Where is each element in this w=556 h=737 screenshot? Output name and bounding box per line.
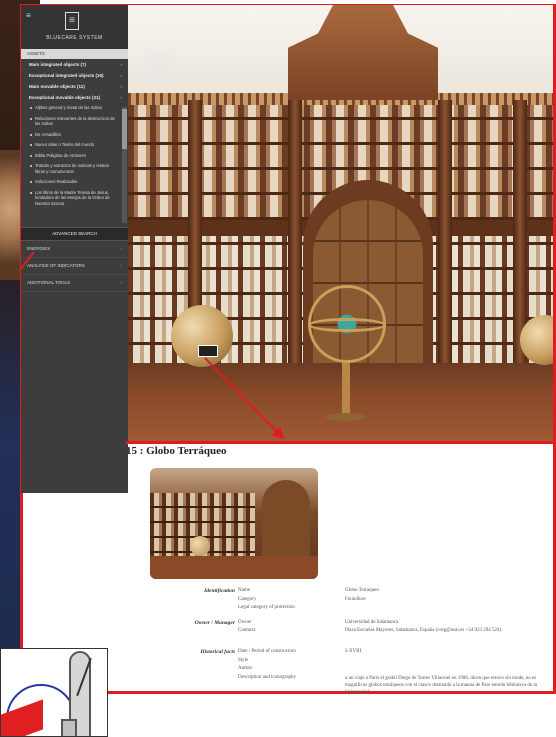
- group-identification: Identification Name Globo Terraqueo Categ…: [150, 588, 555, 614]
- list-item[interactable]: Biblia Poliglota de Amberes: [21, 151, 120, 162]
- hamburger-icon[interactable]: ≡: [26, 11, 31, 20]
- sidebar-item-main-movable[interactable]: Main movable objects (11) ›: [21, 81, 128, 92]
- chevron-right-icon: ›: [120, 62, 123, 67]
- list-item[interactable]: De Armadillos: [21, 130, 120, 141]
- sidebar-scrollbar-thumb[interactable]: [122, 109, 127, 149]
- globe-object[interactable]: [171, 305, 233, 367]
- chevron-right-icon: ›: [120, 73, 123, 78]
- sidebar-section-analysis[interactable]: ANALYSIS OF INDICATORS ›: [21, 258, 128, 275]
- table-row: Category Foundlure: [150, 597, 555, 606]
- field-key: Date / Period of construction: [238, 649, 296, 654]
- pilaster: [288, 100, 302, 365]
- sidebar-item-label: Main movable objects (11): [29, 84, 85, 89]
- photo-door: [262, 480, 310, 560]
- sidebar-section-energies[interactable]: ENERGIES ›: [21, 241, 128, 258]
- photo-globe: [190, 536, 210, 556]
- field-key: Category: [238, 596, 257, 602]
- list-item[interactable]: Tratado y extractos de noticias y relato…: [21, 161, 120, 177]
- sidebar-section-tools[interactable]: ADDITIONAL TOOLS ›: [21, 275, 128, 292]
- chevron-right-icon: ›: [120, 246, 123, 251]
- field-key: Contacts: [238, 628, 256, 633]
- field-value: Plaza Escuelas Mayores, Salamanca, Españ…: [345, 628, 502, 633]
- sidebar-item-exceptional-movable[interactable]: Exceptional movable objects (31) ›: [21, 92, 128, 103]
- table-row: Owner Universidad de Salamanca: [150, 620, 555, 629]
- sidebar-item-label: Main integrated objects (7): [29, 62, 87, 67]
- group-owner: Owner / Manager Owner Universidad de Sala…: [150, 620, 555, 644]
- photo-floor: [150, 556, 318, 579]
- chevron-right-icon: ›: [120, 95, 123, 100]
- chevron-right-icon: ›: [120, 280, 123, 285]
- field-value: Universidad de Salamanca: [345, 619, 399, 625]
- table-row: Contacts Plaza Escuelas Mayores, Salamanc…: [150, 628, 555, 643]
- list-item[interactable]: Los libros de la Madre Teresa de Jesus, …: [21, 188, 120, 210]
- field-key: Description and iconography: [238, 674, 297, 680]
- armillary-sphere-object[interactable]: [308, 285, 386, 363]
- sidebar-section-label: ENERGIES: [27, 246, 51, 251]
- object-photo[interactable]: [150, 468, 318, 579]
- page-title: 15 : Globo Terráqueo: [126, 445, 227, 457]
- list-item[interactable]: Soluciones Realizadas: [21, 177, 120, 188]
- detail-table: Identification Name Globo Terraqueo Categ…: [150, 588, 555, 707]
- sidebar-item-main-integrated[interactable]: Main integrated objects (7) ›: [21, 59, 128, 70]
- sidebar-item-label: Exceptional integrated objects (16): [29, 73, 104, 78]
- field-key: Style: [238, 657, 249, 663]
- list-item[interactable]: Nuevo atlas o Teatro del mundo: [21, 140, 120, 151]
- field-value: Globo Terraqueo: [345, 588, 379, 593]
- field-value: S XVIII: [345, 649, 362, 654]
- table-row: Name Globo Terraqueo: [150, 588, 555, 597]
- inset-illustration: [0, 648, 108, 737]
- list-item[interactable]: Relaciones relevantes de la destruccion …: [21, 114, 120, 130]
- field-key: Legal category of protection: [238, 605, 295, 610]
- armillary-stand: [342, 363, 350, 418]
- table-row: Style: [150, 658, 555, 667]
- field-key: Owner: [238, 619, 252, 625]
- chandelier: [138, 45, 178, 85]
- sidebar-section-label: ANALYSIS OF INDICATORS: [27, 263, 85, 268]
- assets-header[interactable]: ASSETS: [21, 49, 128, 59]
- sidebar-item-label: Exceptional movable objects (31): [29, 95, 101, 100]
- field-value: Foundlure: [345, 596, 366, 602]
- sidebar-item-exceptional-integrated[interactable]: Exceptional integrated objects (16) ›: [21, 70, 128, 81]
- chevron-right-icon: ›: [120, 263, 123, 268]
- field-key: Name: [238, 588, 250, 593]
- table-row: Description and iconography a un viaje a …: [150, 675, 555, 701]
- sidebar-subitem-list: Aljibes general y metal de las Indias Re…: [21, 103, 128, 227]
- chevron-right-icon: ›: [120, 84, 123, 89]
- sidebar-section-label: ADDITIONAL TOOLS: [27, 280, 71, 285]
- sidebar: ≡ ⊞ BLUECARE SYSTEM ASSETS Main integrat…: [21, 5, 128, 493]
- table-row: Author: [150, 666, 555, 675]
- table-row: Date / Period of construction S XVIII: [150, 649, 555, 658]
- library-3d-viewer[interactable]: [128, 5, 553, 444]
- advanced-search-button[interactable]: ADVANCED SEARCH: [21, 227, 128, 241]
- group-historical: Historical facts Date / Period of constr…: [150, 649, 555, 701]
- table-row: Legal category of protection: [150, 605, 555, 614]
- camera-marker-icon[interactable]: [198, 345, 218, 357]
- pilaster: [438, 100, 452, 365]
- sidebar-header: ≡ ⊞ BLUECARE SYSTEM: [21, 5, 128, 49]
- post-shape: [61, 719, 77, 736]
- field-value: a un viaje a Paris el grabil Diego de To…: [345, 675, 538, 695]
- app-title: BLUECARE SYSTEM: [46, 35, 103, 41]
- list-item[interactable]: Aljibes general y metal de las Indias: [21, 103, 120, 114]
- floor: [128, 363, 553, 444]
- building-logo-icon: ⊞: [65, 12, 79, 30]
- armillary-base: [326, 413, 366, 421]
- field-key: Author: [238, 666, 253, 671]
